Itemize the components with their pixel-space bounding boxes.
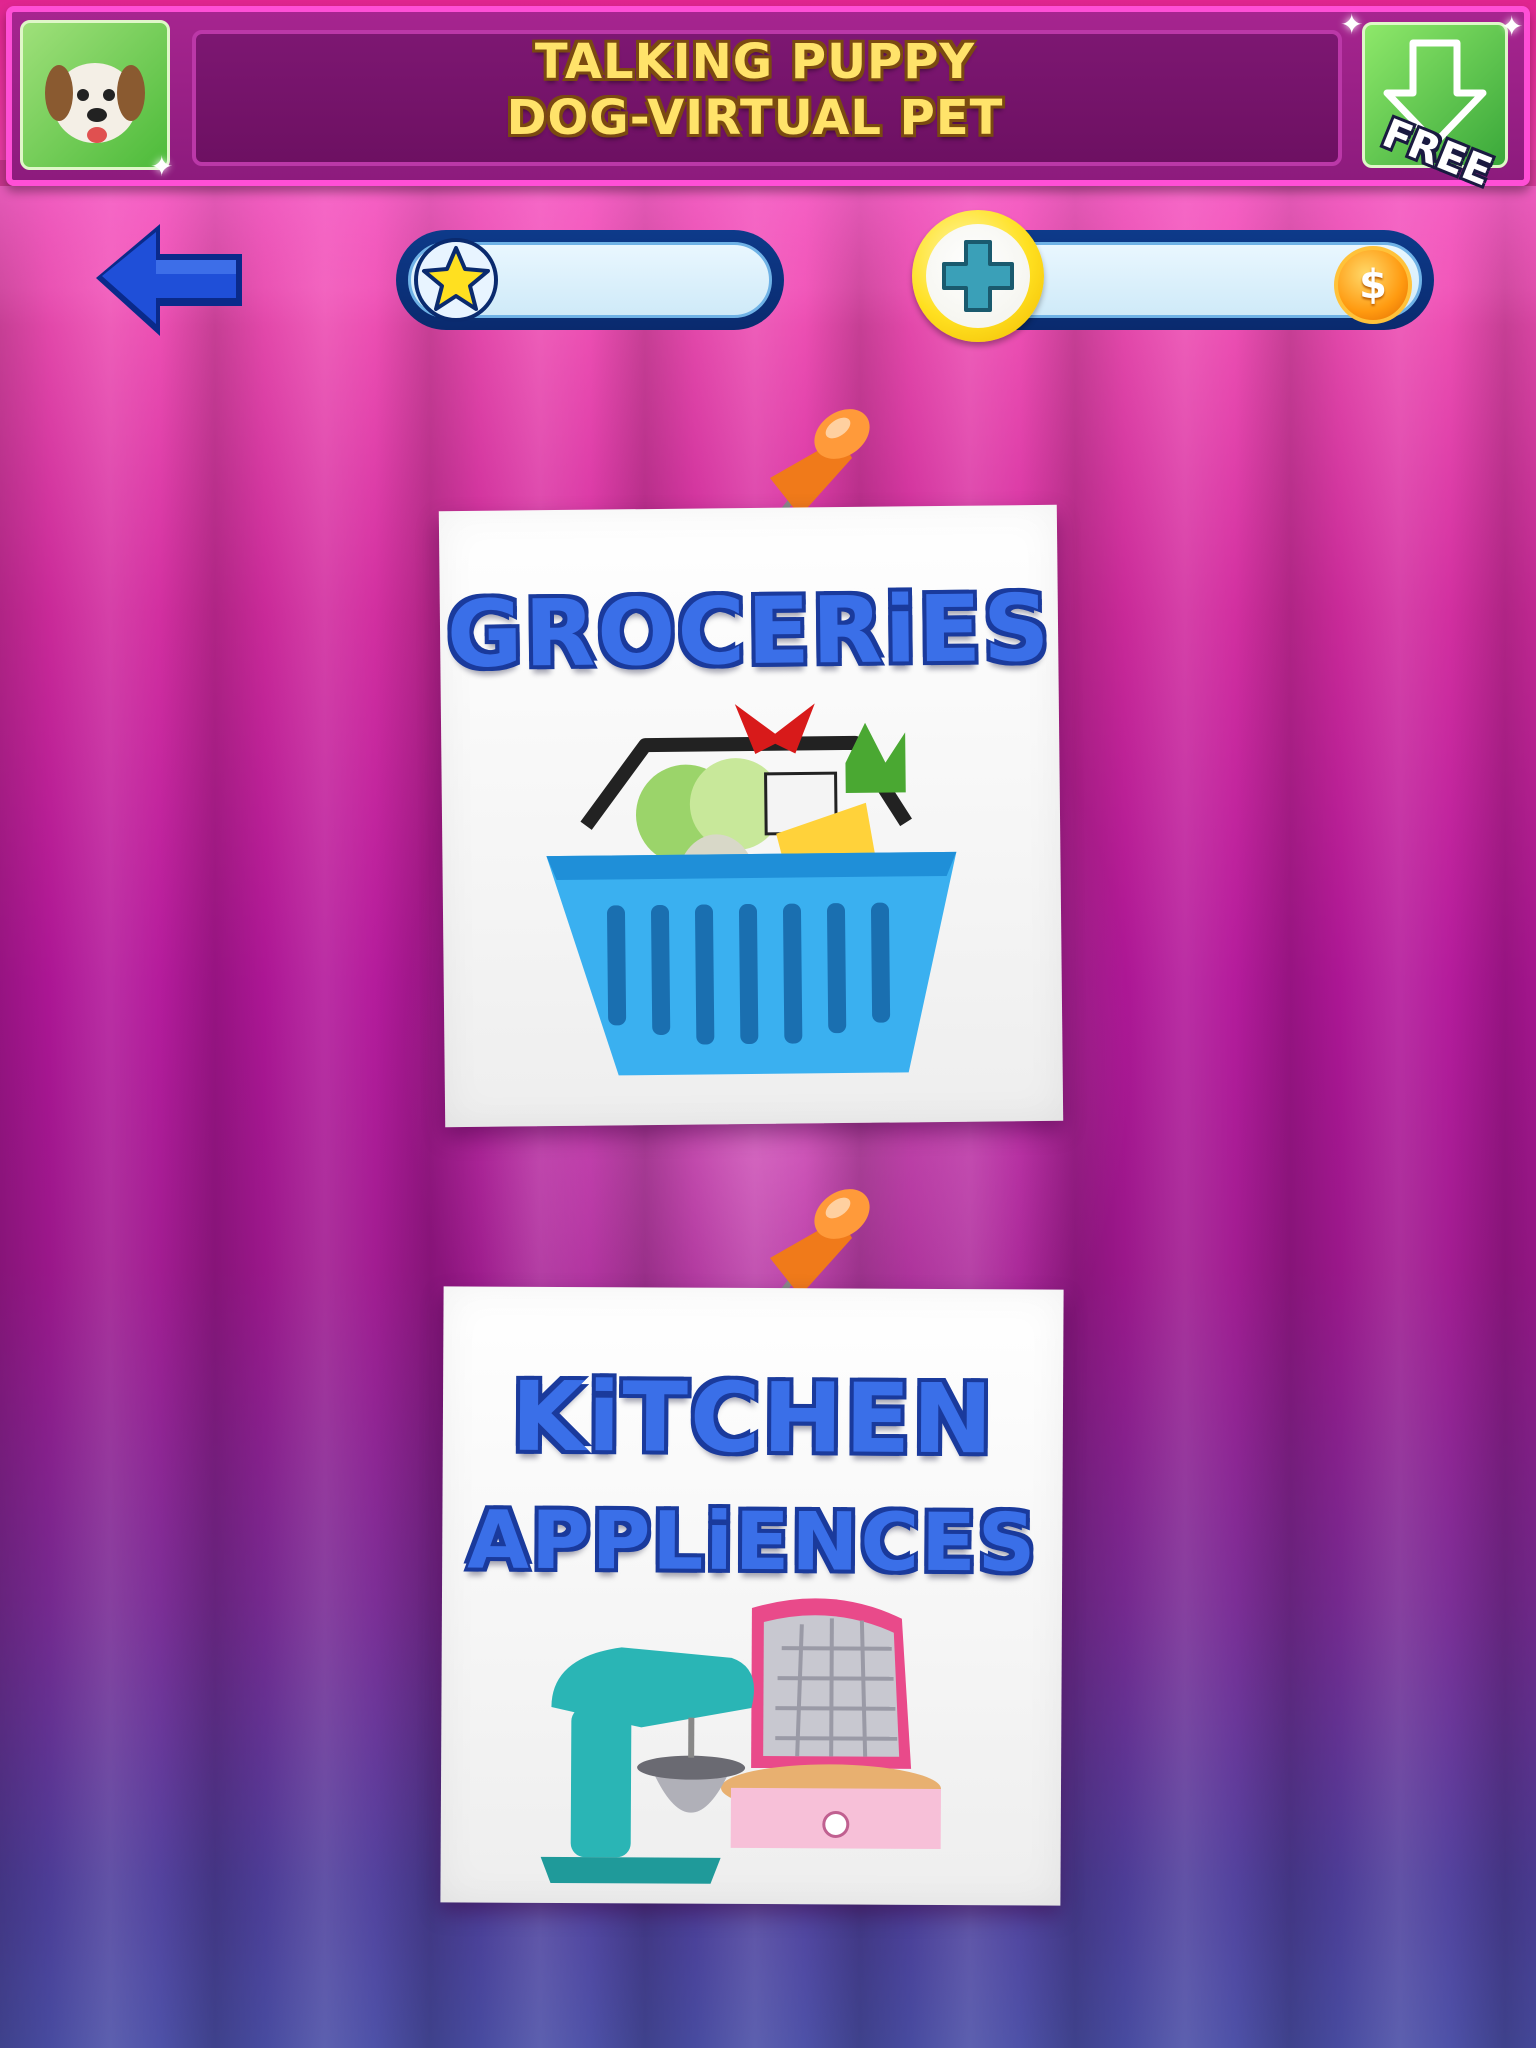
add-coins-button[interactable] [912, 210, 1044, 342]
grocery-basket-icon [546, 703, 957, 1076]
puppy-icon[interactable] [20, 20, 170, 170]
sparkle-icon: ✦ [150, 150, 174, 183]
back-arrow-icon [96, 224, 242, 336]
kitchen-mixer-waffle-icon [540, 1598, 941, 1884]
groceries-title: GROCERiES [446, 574, 1052, 689]
coin-icon: $ [1334, 246, 1412, 324]
star-icon [414, 238, 498, 322]
kitchen-title-line-2: APPLiENCES [466, 1493, 1038, 1590]
kitchen-title-line-1: KiTCHEN [510, 1360, 995, 1476]
plus-icon [942, 240, 1014, 312]
ad-title-line-2: DOG-VIRTUAL PET [506, 90, 1004, 146]
kitchen-appliances-card[interactable]: KiTCHEN APPLiENCES [440, 1286, 1064, 1906]
sparkle-icon: ✦ [1500, 10, 1524, 43]
add-coins-button-inner [926, 224, 1030, 328]
groceries-card[interactable]: GROCERiES [438, 504, 1064, 1128]
ad-title-line-1: TALKING PUPPY [534, 34, 976, 90]
back-button[interactable] [90, 216, 250, 346]
sparkle-icon: ✦ [1340, 8, 1364, 41]
ad-title[interactable]: TALKING PUPPY DOG-VIRTUAL PET [180, 34, 1330, 146]
